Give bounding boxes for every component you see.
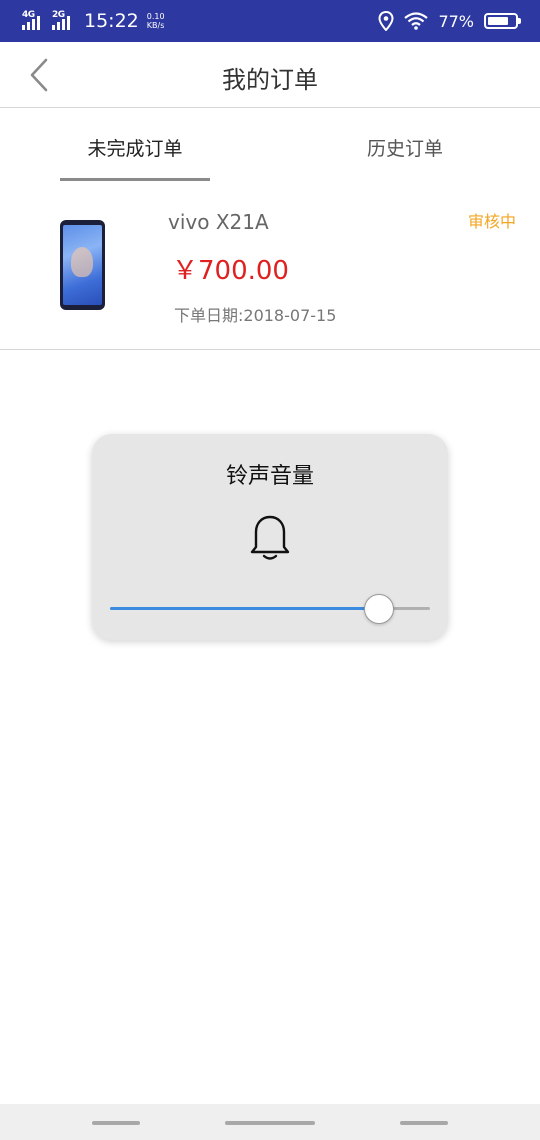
- status-left: 4G 2G 15:22 0.10 KB/s: [22, 9, 165, 33]
- order-tabs: 未完成订单 历史订单: [0, 108, 540, 182]
- clock: 15:22: [84, 10, 139, 32]
- ringtone-volume-popup: 铃声音量: [92, 434, 448, 640]
- product-image: [60, 220, 105, 310]
- nav-back-button[interactable]: [400, 1121, 448, 1125]
- order-date: 下单日期:2018-07-15: [174, 306, 337, 325]
- page-title: 我的订单: [222, 66, 318, 94]
- nav-menu-button[interactable]: [92, 1121, 140, 1125]
- tab-order-history[interactable]: 历史订单: [330, 134, 480, 161]
- active-tab-indicator: [60, 178, 210, 181]
- order-item[interactable]: vivo X21A ￥700.00 下单日期:2018-07-15 审核中: [0, 184, 540, 350]
- product-name: vivo X21A: [168, 210, 269, 234]
- nav-home-button[interactable]: [225, 1121, 315, 1125]
- screen: 4G 2G 15:22 0.10 KB/s 77% 我的订单 未完成订单 历史订…: [0, 0, 540, 1140]
- signal-2g-icon: 2G: [52, 10, 76, 31]
- volume-title: 铃声音量: [225, 464, 314, 489]
- bell-icon: [250, 515, 290, 560]
- network-speed: 0.10 KB/s: [147, 12, 165, 30]
- slider-thumb[interactable]: [363, 594, 394, 624]
- network-speed-unit: KB/s: [146, 21, 165, 30]
- network-speed-value: 0.10: [146, 12, 165, 21]
- battery-fill: [488, 17, 509, 25]
- location-icon: [378, 11, 394, 31]
- order-status-badge: 审核中: [467, 212, 516, 231]
- order-price: ￥700.00: [172, 256, 289, 286]
- battery-percent: 77%: [438, 11, 474, 31]
- wifi-icon: [404, 12, 429, 30]
- signal-4g-icon: 4G: [22, 10, 46, 31]
- slider-track-fill: [110, 607, 379, 610]
- app-header: 我的订单: [0, 42, 540, 108]
- tab-pending-orders[interactable]: 未完成订单: [60, 134, 210, 161]
- status-right: 77%: [378, 9, 521, 33]
- volume-slider[interactable]: [110, 594, 430, 624]
- status-bar: 4G 2G 15:22 0.10 KB/s 77%: [0, 0, 540, 42]
- battery-icon: [484, 13, 521, 29]
- system-nav-bar: [0, 1104, 540, 1140]
